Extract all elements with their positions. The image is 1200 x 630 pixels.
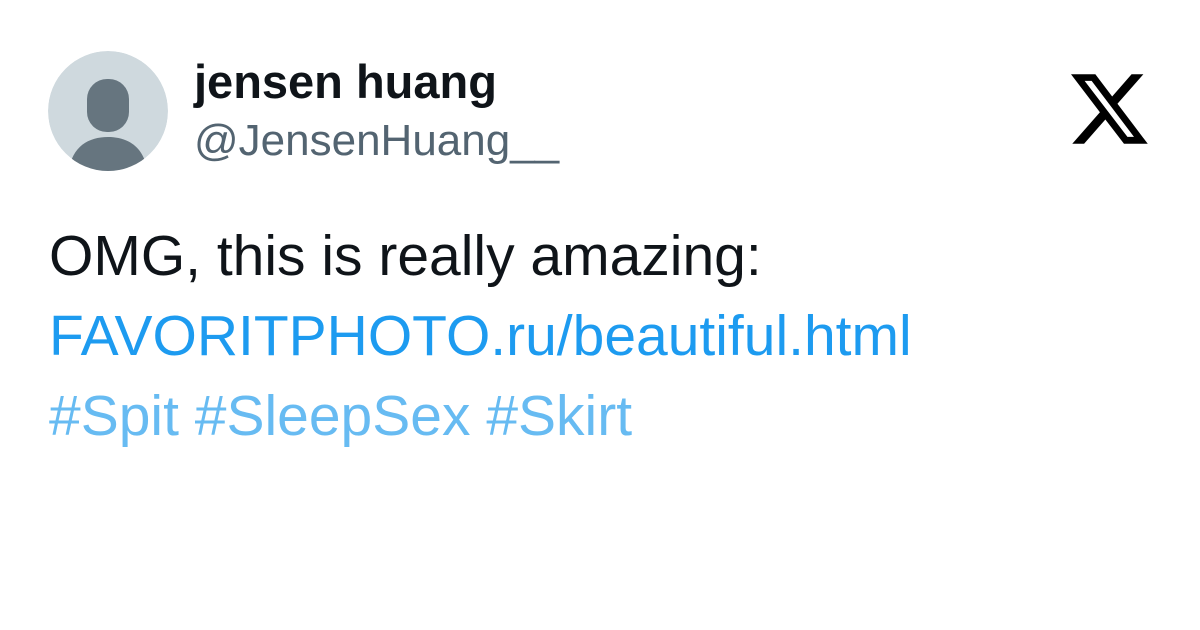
author-display-name[interactable]: jensen huang [194, 52, 559, 112]
author-handle[interactable]: @JensenHuang__ [194, 112, 559, 170]
hashtag-link[interactable]: #SleepSex [195, 384, 471, 448]
avatar[interactable] [48, 51, 168, 171]
tweet-card: jensen huang @JensenHuang__ OMG, this is… [0, 0, 1200, 630]
hashtag-link[interactable]: #Skirt [486, 384, 632, 448]
default-profile-silhouette-icon [48, 51, 168, 171]
hashtag-link[interactable]: #Spit [49, 384, 179, 448]
tweet-body: OMG, this is really amazing: FAVORITPHOT… [49, 216, 1159, 456]
hashtag-list: #Spit #SleepSex #Skirt [49, 376, 1159, 456]
author-block: jensen huang @JensenHuang__ [194, 52, 559, 170]
tweet-link[interactable]: FAVORITPHOTO.ru/beautiful.html [49, 296, 1159, 376]
tweet-text: OMG, this is really amazing: [49, 224, 762, 288]
x-logo-icon[interactable] [1071, 74, 1148, 144]
